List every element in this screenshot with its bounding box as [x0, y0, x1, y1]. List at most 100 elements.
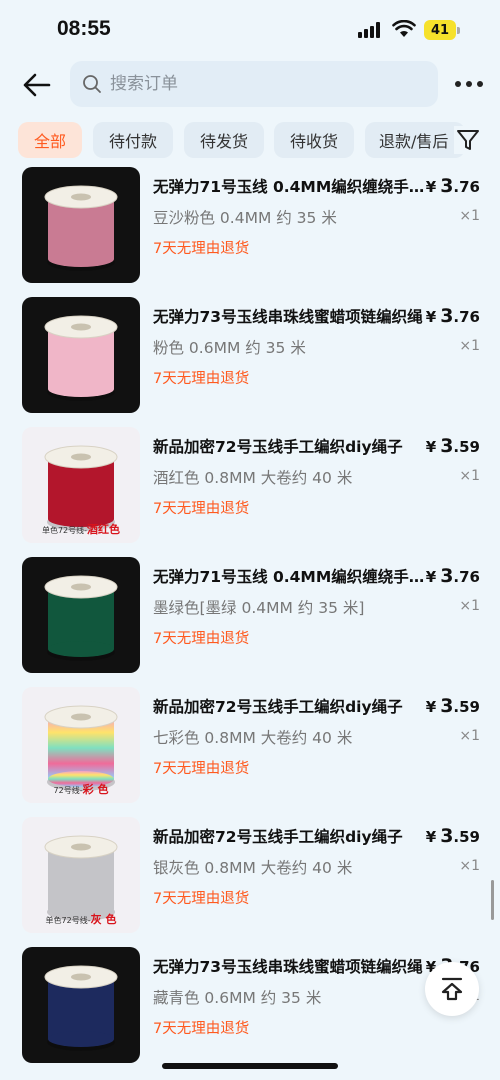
product-thumbnail[interactable] [22, 557, 140, 673]
product-title[interactable]: 新品加密72号玉线手工编织diy绳子 [153, 435, 428, 457]
tab-pending-payment[interactable]: 待付款 [93, 122, 173, 158]
product-quantity: ×1 [459, 858, 480, 874]
price-symbol: ¥ [425, 568, 437, 586]
thumbnail-caption-color: 灰 色 [90, 913, 117, 926]
returns-policy-badge: 7天无理由退货 [153, 371, 250, 387]
order-item[interactable]: 无弹力71号玉线 0.4MM编织缠绕手链串珠线¥3.76 墨绿色[墨绿 0.4MM… [0, 555, 500, 679]
order-item[interactable]: 单色72号线-酒红色 新品加密72号玉线手工编织diy绳子 ¥3.59 酒红色 0.8… [0, 425, 500, 549]
price-symbol: ¥ [425, 178, 437, 196]
product-quantity: ×1 [459, 208, 480, 224]
tab-all[interactable]: 全部 [18, 122, 82, 158]
price-integer: 3 [440, 695, 454, 717]
returns-policy-badge: 7天无理由退货 [153, 631, 250, 647]
product-quantity: ×1 [459, 598, 480, 614]
price-integer: 3 [440, 175, 454, 197]
product-quantity: ×1 [459, 468, 480, 484]
product-price: ¥3.76 [426, 305, 480, 327]
product-spec: 豆沙粉色 0.4MM 约 35 米 [153, 209, 337, 227]
returns-policy-badge: 7天无理由退货 [153, 761, 250, 777]
thread-spool-image [44, 315, 118, 401]
returns-policy-badge: 7天无理由退货 [153, 501, 250, 517]
wifi-icon [392, 20, 416, 37]
product-price: ¥3.59 [426, 825, 480, 847]
tab-refund-aftersale[interactable]: 退款/售后 [365, 122, 465, 158]
back-arrow-icon[interactable] [22, 72, 52, 98]
product-thumbnail[interactable] [22, 947, 140, 1063]
price-integer: 3 [440, 825, 454, 847]
price-decimal: .76 [453, 308, 480, 326]
order-item[interactable]: 无弹力73号玉线串珠线蜜蜡项链编织绳 ¥3.76 粉色 0.6MM 约 35 米 ×1… [0, 295, 500, 419]
product-spec: 七彩色 0.8MM 大卷约 40 米 [153, 729, 353, 747]
thumbnail-caption-prefix: 单色72号线- [45, 916, 91, 925]
thumbnail-caption: 单色72号线-灰 色 [22, 911, 140, 927]
battery-level: 41 [424, 20, 456, 40]
order-item[interactable]: 无弹力71号玉线 0.4MM编织缠绕手链串珠线¥3.76 豆沙粉色 0.4MM 约… [0, 165, 500, 289]
signal-icon [358, 22, 384, 38]
back-to-top-icon [441, 977, 463, 1001]
thumbnail-caption-color: 彩 色 [82, 783, 109, 796]
price-decimal: .59 [453, 698, 480, 716]
thumbnail-caption-prefix: 72号线- [53, 786, 83, 795]
tab-pending-receipt[interactable]: 待收货 [274, 122, 354, 158]
price-integer: 3 [440, 565, 454, 587]
status-bar: 08:55 41 [0, 0, 500, 60]
price-decimal: .59 [453, 438, 480, 456]
thread-spool-image [44, 575, 118, 661]
product-spec: 墨绿色[墨绿 0.4MM 约 35 米] [153, 599, 365, 617]
thumbnail-caption: 单色72号线-酒红色 [22, 521, 140, 537]
returns-policy-badge: 7天无理由退货 [153, 241, 250, 257]
product-spec: 银灰色 0.8MM 大卷约 40 米 [153, 859, 353, 877]
price-symbol: ¥ [425, 698, 437, 716]
product-price: ¥3.59 [426, 695, 480, 717]
home-indicator [162, 1063, 338, 1069]
product-price: ¥3.76 [426, 565, 480, 587]
thread-spool-image [44, 185, 118, 271]
status-time: 08:55 [57, 17, 111, 40]
product-spec: 藏青色 0.6MM 约 35 米 [153, 989, 322, 1007]
product-title[interactable]: 新品加密72号玉线手工编织diy绳子 [153, 695, 428, 717]
more-options-icon[interactable] [454, 74, 484, 94]
thumbnail-caption-prefix: 单色72号线- [41, 526, 88, 535]
price-decimal: .76 [453, 178, 480, 196]
returns-policy-badge: 7天无理由退货 [153, 891, 250, 907]
thumbnail-caption: 72号线-彩 色 [22, 781, 140, 797]
product-thumbnail[interactable]: 单色72号线-灰 色 [22, 817, 140, 933]
product-thumbnail[interactable] [22, 167, 140, 283]
order-item[interactable]: 72号线-彩 色 新品加密72号玉线手工编织diy绳子 ¥3.59 七彩色 0.8MM… [0, 685, 500, 809]
order-status-tabs: 全部 待付款 待发货 待收货 退款/售后 [0, 122, 500, 160]
price-decimal: .76 [453, 568, 480, 586]
product-title[interactable]: 无弹力73号玉线串珠线蜜蜡项链编织绳 [153, 305, 428, 327]
product-title[interactable]: 无弹力71号玉线 0.4MM编织缠绕手链串珠线 [153, 565, 428, 587]
thumbnail-caption-color: 酒红色 [87, 523, 121, 536]
price-integer: 3 [440, 435, 454, 457]
product-title[interactable]: 无弹力73号玉线串珠线蜜蜡项链编织绳 [153, 955, 428, 977]
order-item[interactable]: 单色72号线-灰 色 新品加密72号玉线手工编织diy绳子 ¥3.59 银灰色 0.8… [0, 815, 500, 939]
product-spec: 酒红色 0.8MM 大卷约 40 米 [153, 469, 353, 487]
product-thumbnail[interactable]: 单色72号线-酒红色 [22, 427, 140, 543]
price-symbol: ¥ [425, 828, 437, 846]
returns-policy-badge: 7天无理由退货 [153, 1021, 250, 1037]
price-integer: 3 [440, 305, 454, 327]
price-decimal: .59 [453, 828, 480, 846]
thread-spool-image [44, 965, 118, 1051]
product-thumbnail[interactable] [22, 297, 140, 413]
price-symbol: ¥ [425, 438, 437, 456]
order-item[interactable]: 无弹力73号玉线串珠线蜜蜡项链编织绳¥3.76藏青色 0.6MM 约 35 米×… [0, 945, 500, 1069]
product-quantity: ×1 [459, 338, 480, 354]
search-input[interactable] [108, 73, 412, 95]
product-price: ¥3.76 [426, 175, 480, 197]
scrollbar[interactable] [491, 880, 494, 920]
product-thumbnail[interactable]: 72号线-彩 色 [22, 687, 140, 803]
price-symbol: ¥ [425, 308, 437, 326]
product-quantity: ×1 [459, 728, 480, 744]
product-price: ¥3.59 [426, 435, 480, 457]
battery-icon: 41 [424, 20, 460, 40]
filter-icon[interactable] [454, 126, 482, 154]
product-title[interactable]: 无弹力71号玉线 0.4MM编织缠绕手链串珠线 [153, 175, 428, 197]
product-spec: 粉色 0.6MM 约 35 米 [153, 339, 306, 357]
back-to-top-button[interactable] [425, 962, 479, 1016]
search-icon [83, 75, 101, 93]
product-title[interactable]: 新品加密72号玉线手工编织diy绳子 [153, 825, 428, 847]
tab-pending-shipment[interactable]: 待发货 [184, 122, 264, 158]
search-bar[interactable] [70, 61, 438, 107]
